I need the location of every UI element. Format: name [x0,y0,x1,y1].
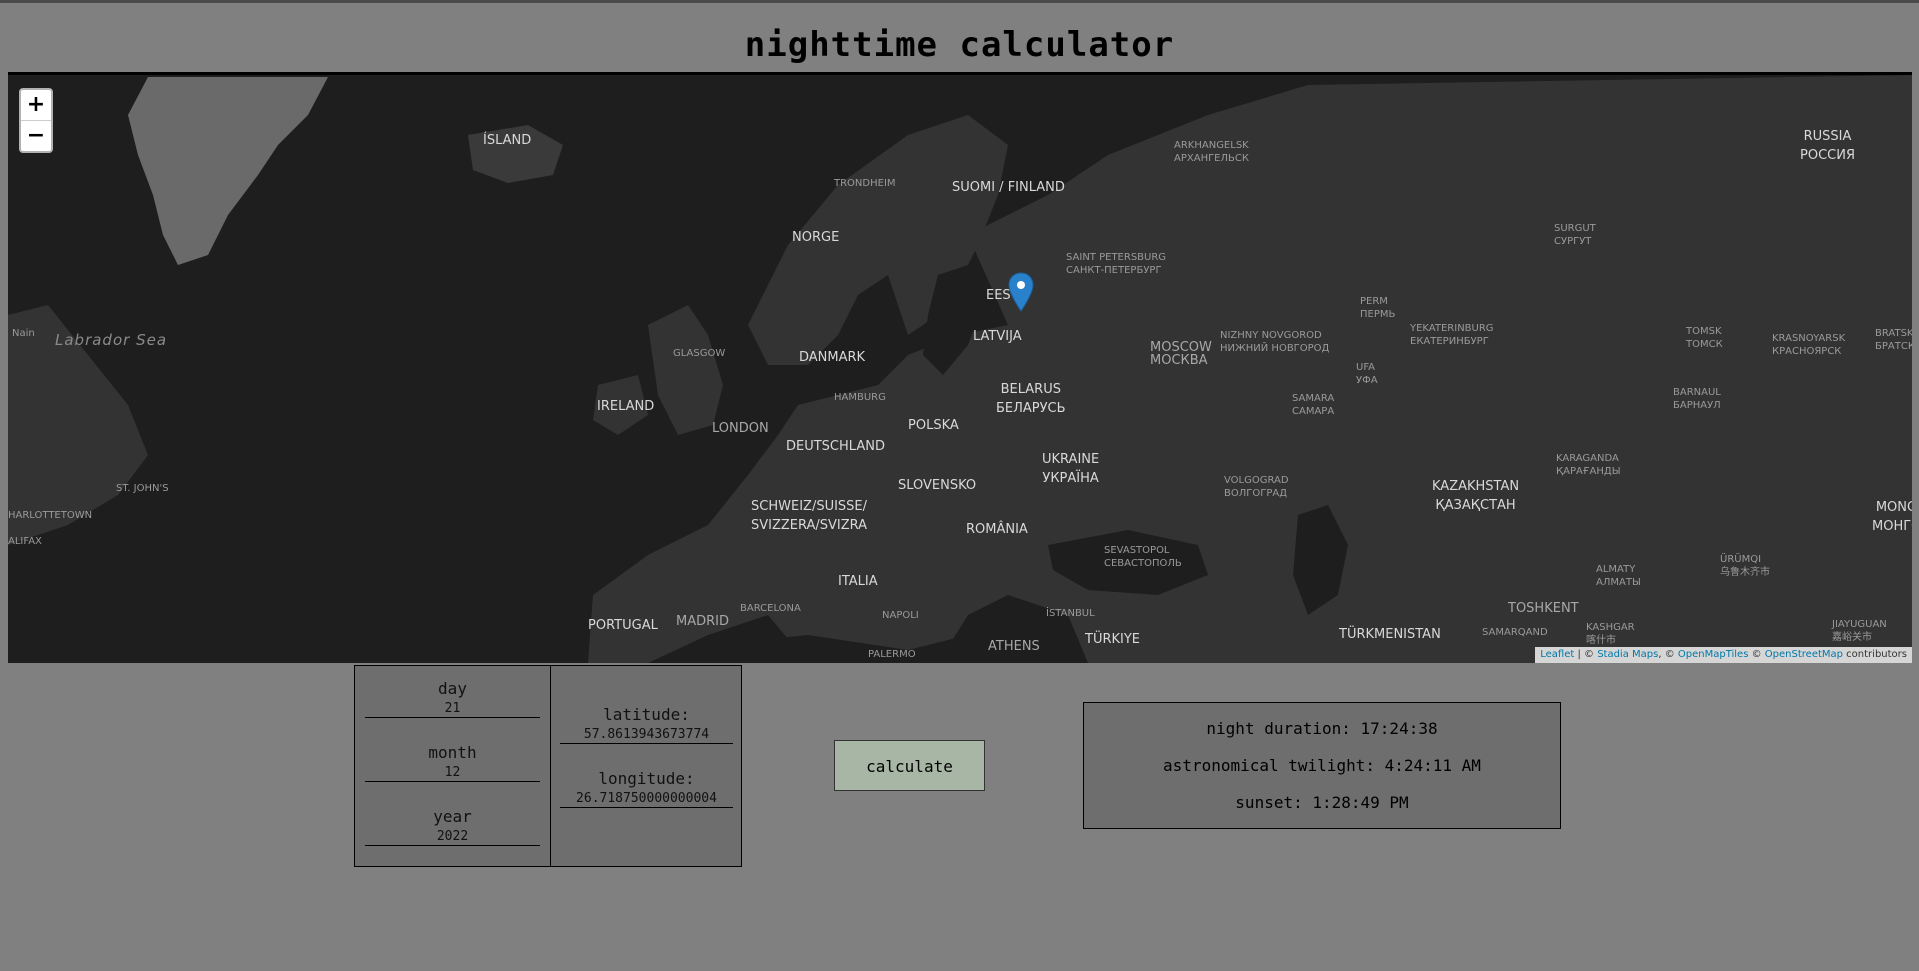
day-field: day 21 [365,679,540,718]
map-country-label: PORTUGAL [588,618,658,633]
map-city-label: TRONDHEIM [834,178,896,189]
map-city-label: ALMATY АЛМАТЫ [1596,564,1641,588]
longitude-label: longitude: [598,769,695,788]
month-input[interactable]: 12 [365,765,540,782]
map-country-label: RUSSIA РОССИЯ [1800,129,1855,163]
map-city-label: SURGUT СУРГУТ [1554,223,1596,247]
longitude-field: longitude: 26.718750000000004 [560,769,733,808]
attribution-text: | © [1574,649,1598,660]
month-field: month 12 [365,743,540,782]
map-country-label: DANMARK [799,350,866,365]
map-country-label: ROMÂNIA [966,522,1028,537]
zoom-control: + − [19,88,53,153]
map-city-label: ÜRÜMQI 乌鲁木齐市 [1720,554,1770,578]
latitude-label: latitude: [603,705,690,724]
map-city-label: ST. JOHN'S [116,483,169,494]
results-panel: night duration: 17:24:38 astronomical tw… [1083,702,1561,829]
map-city-label: UFA УФА [1356,362,1378,386]
map-city-label: HAMBURG [834,392,886,403]
map-city-label: Nain [12,328,35,339]
map-country-label: MONGO МОНГОЛ [1872,500,1912,534]
longitude-input[interactable]: 26.718750000000004 [560,791,733,808]
map-city-label: LONDON [712,421,769,436]
map-city-label: YEKATERINBURG ЕКАТЕРИНБУРГ [1410,323,1494,347]
map-city-label: NAPOLI [882,610,919,621]
sunset-text: sunset: 1:28:49 PM [1235,793,1409,812]
map-city-label: TOSHKENT [1508,601,1579,616]
map-city-label: ATHENS [988,639,1040,654]
map-country-label: ITALIA [838,574,878,589]
day-label: day [438,679,467,698]
map-marker-icon[interactable] [1008,272,1034,312]
date-column: day 21 month 12 year 2022 [355,666,551,866]
map-city-label: SEVASTOPOL СЕВАСТОПОЛЬ [1104,545,1182,569]
map-city-label: İSTANBUL [1046,608,1095,619]
astronomical-twilight-text: astronomical twilight: 4:24:11 AM [1163,756,1481,775]
map-attribution: Leaflet | © Stadia Maps, © OpenMapTiles … [1535,647,1912,663]
map-city-label: BARCELONA [740,603,801,614]
year-label: year [433,807,472,826]
leaflet-link[interactable]: Leaflet [1540,649,1574,660]
page-title: nighttime calculator [744,25,1175,65]
map-country-label: ÍSLAND [483,133,532,148]
map-country-label: NORGE [792,230,840,245]
openstreetmap-link[interactable]: OpenStreetMap [1765,649,1843,660]
map-city-label: MOSCOW МОСКВА [1150,340,1212,368]
calculate-button[interactable]: calculate [834,740,985,791]
map-country-label: TÜRKMENISTAN [1339,627,1441,642]
stadia-link[interactable]: Stadia Maps [1597,649,1658,660]
map-country-label: SCHWEIZ/SUISSE/ SVIZZERA/SVIZRA [751,499,868,533]
map-city-label: KASHGAR 喀什市 [1586,622,1635,646]
map-country-label: DEUTSCHLAND [786,439,885,454]
map-city-label: BRATSK БРАТСК [1875,328,1912,352]
latitude-input[interactable]: 57.8613943673774 [560,727,733,744]
day-input[interactable]: 21 [365,701,540,718]
map-city-label: GLASGOW [673,348,726,359]
map-city-label: VOLGOGRAD ВОЛГОГРАД [1224,475,1289,499]
map-country-label: LATVIJA [973,329,1022,344]
zoom-in-button[interactable]: + [21,90,51,120]
map-city-label: ARKHANGELSK АРХАНГЕЛЬСК [1174,140,1249,164]
map-city-label: KRASNOYARSK КРАСНОЯРСК [1772,333,1846,357]
map-country-label: KAZAKHSTAN ҚАЗАҚСТАН [1432,479,1520,513]
map-city-label: PALERMO [868,649,916,660]
input-panel: day 21 month 12 year 2022 latitude: 57.8… [354,665,742,867]
attribution-text: contributors [1843,649,1907,660]
map-city-label: PERM ПЕРМЬ [1360,296,1396,320]
map-city-label: KARAGANDA ҚАРАҒАНДЫ [1556,453,1621,477]
map-city-label: ALIFAX [8,536,42,547]
map-country-label: TÜRKIYE [1085,632,1141,647]
attribution-text: © [1748,649,1765,660]
map-country-label: POLSKA [908,418,959,433]
map-city-label: SAMARQAND [1482,627,1548,638]
latitude-field: latitude: 57.8613943673774 [560,705,733,744]
map-city-label: TOMSK ТОМСК [1686,326,1723,350]
attribution-text: , © [1658,649,1678,660]
map-city-label: SAINT PETERSBURG САНКТ-ПЕТЕРБУРГ [1066,252,1167,276]
map-country-label: BELARUS БЕЛАРУСЬ [996,382,1066,416]
map-city-label: BARNAUL БАРНАУЛ [1673,387,1721,411]
year-input[interactable]: 2022 [365,829,540,846]
month-label: month [428,743,477,762]
map-country-label: UKRAINE УКРАЇНА [1042,452,1100,486]
map-country-label: SUOMI / FINLAND [952,180,1065,195]
year-field: year 2022 [365,807,540,846]
map-country-label: IRELAND [597,399,655,414]
zoom-out-button[interactable]: − [21,120,51,151]
map-city-label: HARLOTTETOWN [8,510,93,521]
map[interactable]: ÍSLAND SUOMI / FINLAND NORGE EESTI LATVI… [8,72,1912,663]
night-duration-text: night duration: 17:24:38 [1206,719,1438,738]
map-city-label: NIZHNY NOVGOROD НИЖНИЙ НОВГОРОД [1220,330,1330,354]
openmaptiles-link[interactable]: OpenMapTiles [1678,649,1749,660]
map-city-label: MADRID [676,614,729,629]
map-city-label: SAMARA САМАРА [1292,393,1335,417]
map-country-label: SLOVENSKO [898,478,977,493]
map-city-label: JIAYUGUAN 嘉峪关市 [1832,619,1887,643]
map-sea-label: Labrador Sea [55,331,168,349]
